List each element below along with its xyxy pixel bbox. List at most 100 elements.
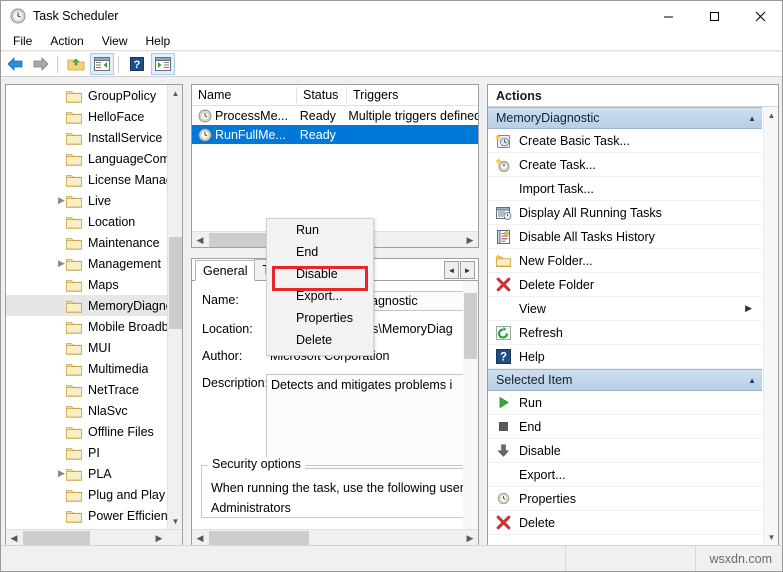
maximize-button[interactable]: [691, 1, 737, 31]
detail-scroll-right-icon[interactable]: ▶: [462, 530, 478, 545]
detail-scroll-left-icon[interactable]: ◀: [192, 530, 208, 545]
actions-vertical-scrollbar[interactable]: ▲ ▼: [763, 107, 778, 545]
tree-item[interactable]: GroupPolicy: [6, 85, 168, 106]
field-value-description[interactable]: Detects and mitigates problems i: [266, 374, 478, 469]
tasklist-scroll-right-icon[interactable]: ▶: [462, 232, 478, 247]
show-hide-tree-icon[interactable]: [90, 53, 114, 75]
actions-scroll-down-icon[interactable]: ▼: [764, 529, 778, 545]
context-menu-item-export[interactable]: Export...: [267, 285, 373, 307]
up-folder-icon[interactable]: [64, 53, 88, 75]
action-item[interactable]: Create Task...: [488, 153, 762, 177]
context-menu[interactable]: Run End Disable Export... Properties Del…: [266, 218, 374, 356]
tree-expander-icon[interactable]: ▶: [58, 195, 69, 206]
tree-item[interactable]: Location: [6, 211, 168, 232]
tree-item[interactable]: NetTrace: [6, 379, 168, 400]
tree-item[interactable]: PI: [6, 442, 168, 463]
column-header-status[interactable]: Status: [297, 85, 347, 106]
tab-general[interactable]: General: [195, 260, 256, 281]
menu-file[interactable]: File: [4, 32, 41, 50]
tree-item[interactable]: ▶ Live: [6, 190, 168, 211]
actions-group-header[interactable]: MemoryDiagnostic ▲: [488, 107, 762, 129]
actions-list: MemoryDiagnostic ▲ Create Basic Task... Cre…: [488, 107, 762, 545]
tree-item[interactable]: Power Efficiency Diagnostics: [6, 505, 168, 526]
context-menu-item-properties[interactable]: Properties: [267, 307, 373, 329]
tree-item[interactable]: Maps: [6, 274, 168, 295]
tree-scroll-up-icon[interactable]: ▲: [168, 85, 182, 101]
console-tree-pane[interactable]: GroupPolicy HelloFace InstallService Langua…: [5, 84, 183, 546]
action-item[interactable]: Export...: [488, 463, 762, 487]
tree-item[interactable]: LanguageComponents: [6, 148, 168, 169]
detail-horizontal-scrollbar[interactable]: ◀ ▶: [192, 529, 478, 545]
action-item[interactable]: Run: [488, 391, 762, 415]
detail-vertical-scrollbar[interactable]: [463, 281, 478, 530]
tree-item[interactable]: MUI: [6, 337, 168, 358]
tree-item[interactable]: Maintenance: [6, 232, 168, 253]
action-item[interactable]: Display All Running Tasks: [488, 201, 762, 225]
tree-item[interactable]: Plug and Play: [6, 484, 168, 505]
tree-scroll-right-icon[interactable]: ▶: [151, 530, 167, 545]
caret-up-icon[interactable]: ▲: [748, 114, 756, 123]
action-item[interactable]: Refresh: [488, 321, 762, 345]
detail-vscroll-thumb[interactable]: [464, 293, 477, 359]
tree-expander-icon[interactable]: ▶: [58, 258, 69, 269]
tree-item-label: InstallService: [88, 130, 163, 145]
column-header-triggers[interactable]: Triggers: [347, 85, 478, 106]
back-arrow-icon[interactable]: [3, 53, 27, 75]
tree-item[interactable]: Multimedia: [6, 358, 168, 379]
tree-item[interactable]: ▶ Management: [6, 253, 168, 274]
tasklist-scroll-left-icon[interactable]: ◀: [192, 232, 208, 247]
tree-horizontal-scrollbar[interactable]: ◀ ▶: [6, 529, 182, 545]
action-item[interactable]: New Folder...: [488, 249, 762, 273]
tree-item[interactable]: NlaSvc: [6, 400, 168, 421]
context-menu-item-run[interactable]: Run: [267, 219, 373, 241]
tree-item[interactable]: HelloFace: [6, 106, 168, 127]
action-item[interactable]: Disable: [488, 439, 762, 463]
tree-scroll-down-icon[interactable]: ▼: [168, 513, 182, 529]
tab-scroll-left-icon[interactable]: ◄: [444, 261, 459, 279]
close-button[interactable]: [737, 1, 782, 31]
show-hide-action-pane-icon[interactable]: [151, 53, 175, 75]
context-menu-item-end[interactable]: End: [267, 241, 373, 263]
tree-hscroll-thumb[interactable]: [23, 531, 90, 545]
table-row[interactable]: ProcessMe... Ready Multiple triggers defin…: [192, 106, 478, 125]
tree-item[interactable]: License Manager: [6, 169, 168, 190]
action-item[interactable]: Create Basic Task...: [488, 129, 762, 153]
menu-view[interactable]: View: [93, 32, 137, 50]
tree-item[interactable]: ▶ PLA: [6, 463, 168, 484]
caret-up-icon[interactable]: ▲: [748, 376, 756, 385]
action-item[interactable]: Delete: [488, 511, 762, 535]
no-icon: [495, 300, 512, 317]
tree-vscroll-thumb[interactable]: [169, 237, 182, 329]
context-menu-item-delete[interactable]: Delete: [267, 329, 373, 351]
table-row[interactable]: RunFullMe... Ready: [192, 125, 478, 144]
actions-group-header[interactable]: Selected Item ▲: [488, 369, 762, 391]
main-panes: GroupPolicy HelloFace InstallService Langua…: [1, 78, 782, 546]
menu-action[interactable]: Action: [41, 32, 92, 50]
action-item[interactable]: End: [488, 415, 762, 439]
actions-scroll-up-icon[interactable]: ▲: [764, 107, 778, 123]
tree-item[interactable]: MemoryDiagnostic: [6, 295, 168, 316]
tree-item[interactable]: Mobile Broadband Accounts: [6, 316, 168, 337]
submenu-arrow-icon[interactable]: ▶: [745, 303, 752, 314]
security-options-legend: Security options: [208, 457, 305, 471]
forward-arrow-icon[interactable]: [29, 53, 53, 75]
tree-item[interactable]: Offline Files: [6, 421, 168, 442]
action-item[interactable]: ? Help: [488, 345, 762, 369]
minimize-button[interactable]: [645, 1, 691, 31]
context-menu-item-disable[interactable]: Disable: [267, 263, 373, 285]
action-item[interactable]: Disable All Tasks History: [488, 225, 762, 249]
action-item[interactable]: Import Task...: [488, 177, 762, 201]
tree-scroll-left-icon[interactable]: ◀: [6, 530, 22, 545]
detail-hscroll-thumb[interactable]: [209, 531, 309, 545]
action-item[interactable]: Properties: [488, 487, 762, 511]
tree-item[interactable]: InstallService: [6, 127, 168, 148]
tree-vertical-scrollbar[interactable]: ▲ ▼: [167, 85, 182, 529]
column-header-name[interactable]: Name: [192, 85, 297, 106]
tab-scroll-right-icon[interactable]: ►: [460, 261, 475, 279]
console-tree-list[interactable]: GroupPolicy HelloFace InstallService Langua…: [6, 85, 168, 529]
tree-expander-icon[interactable]: ▶: [58, 468, 69, 479]
action-item[interactable]: View ▶: [488, 297, 762, 321]
help-icon[interactable]: ?: [125, 53, 149, 75]
action-item[interactable]: Delete Folder: [488, 273, 762, 297]
menu-help[interactable]: Help: [137, 32, 180, 50]
